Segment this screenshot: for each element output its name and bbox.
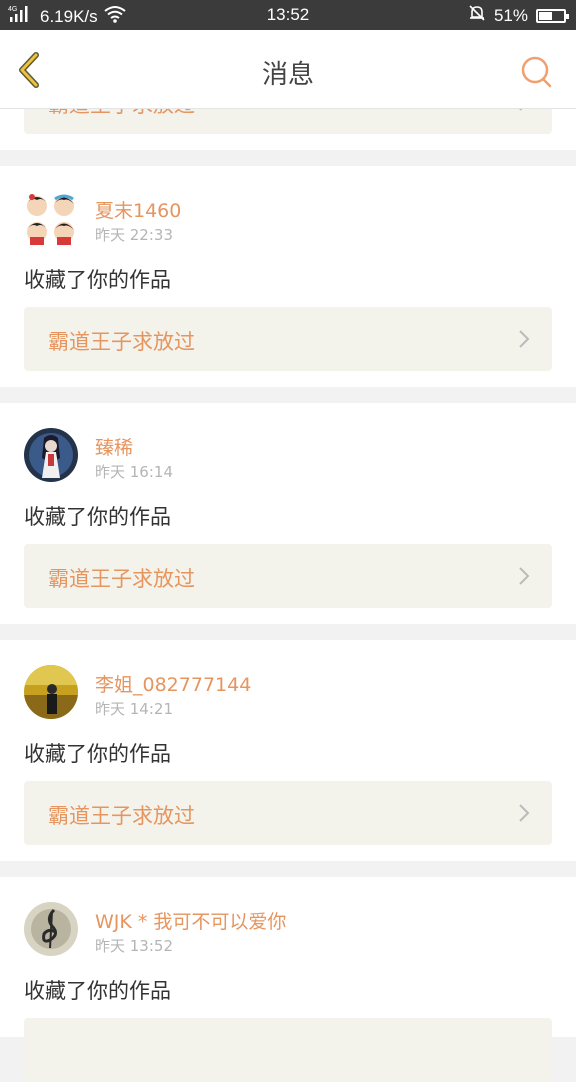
work-link[interactable]: 霸道王子求放过 bbox=[24, 307, 552, 371]
timestamp: 昨天 13:52 bbox=[95, 937, 173, 955]
avatar[interactable] bbox=[24, 191, 78, 245]
search-icon bbox=[521, 56, 552, 88]
chevron-right-icon bbox=[519, 567, 530, 585]
status-bar: 4G 6.19K/s 13:52 51% bbox=[0, 0, 576, 30]
username[interactable]: WJK * 我可不可以爱你 bbox=[95, 907, 286, 934]
list-item: 夏末1460 昨天 22:33 收藏了你的作品 霸道王子求放过 bbox=[0, 166, 576, 387]
work-title: 霸道王子求放过 bbox=[48, 567, 195, 591]
photo-avatar-icon bbox=[24, 665, 78, 719]
status-bar-right: 51% bbox=[468, 4, 569, 27]
work-link[interactable]: 霸道王子求放过 bbox=[24, 781, 552, 845]
anime-figure-avatar-icon bbox=[24, 428, 78, 482]
cartoon-girls-avatar-icon bbox=[27, 194, 74, 245]
treble-clef-avatar-icon bbox=[24, 902, 78, 956]
avatar[interactable] bbox=[24, 428, 78, 482]
username[interactable]: 臻稀 bbox=[95, 433, 133, 460]
battery-icon bbox=[536, 8, 569, 23]
username[interactable]: 夏末1460 bbox=[95, 196, 181, 223]
work-title: 霸道王子求放过 bbox=[48, 330, 195, 354]
avatar[interactable] bbox=[24, 665, 78, 719]
timestamp: 昨天 14:21 bbox=[95, 700, 173, 718]
search-button[interactable] bbox=[520, 55, 554, 89]
chevron-right-icon bbox=[519, 804, 530, 822]
page-title: 消息 bbox=[261, 60, 314, 90]
header: 消息 bbox=[0, 30, 576, 109]
list-item: 李姐_082777144 昨天 14:21 收藏了你的作品 霸道王子求放过 bbox=[0, 640, 576, 861]
action-text: 收藏了你的作品 bbox=[24, 268, 171, 292]
work-link[interactable]: 霸道王子求放过 bbox=[24, 544, 552, 608]
username[interactable]: 李姐_082777144 bbox=[95, 670, 251, 697]
mute-bell-icon bbox=[468, 4, 486, 27]
action-text: 收藏了你的作品 bbox=[24, 979, 171, 1003]
avatar[interactable] bbox=[24, 902, 78, 956]
list-item: WJK * 我可不可以爱你 昨天 13:52 收藏了你的作品 bbox=[0, 877, 576, 1082]
list-item: 臻稀 昨天 16:14 收藏了你的作品 霸道王子求放过 bbox=[0, 403, 576, 624]
battery-percent: 51% bbox=[493, 5, 528, 25]
action-text: 收藏了你的作品 bbox=[24, 505, 171, 529]
work-link[interactable] bbox=[24, 1018, 552, 1082]
chevron-right-icon bbox=[519, 330, 530, 348]
work-title: 霸道王子求放过 bbox=[48, 804, 195, 828]
timestamp: 昨天 16:14 bbox=[95, 463, 173, 481]
timestamp: 昨天 22:33 bbox=[95, 226, 173, 244]
action-text: 收藏了你的作品 bbox=[24, 742, 171, 766]
